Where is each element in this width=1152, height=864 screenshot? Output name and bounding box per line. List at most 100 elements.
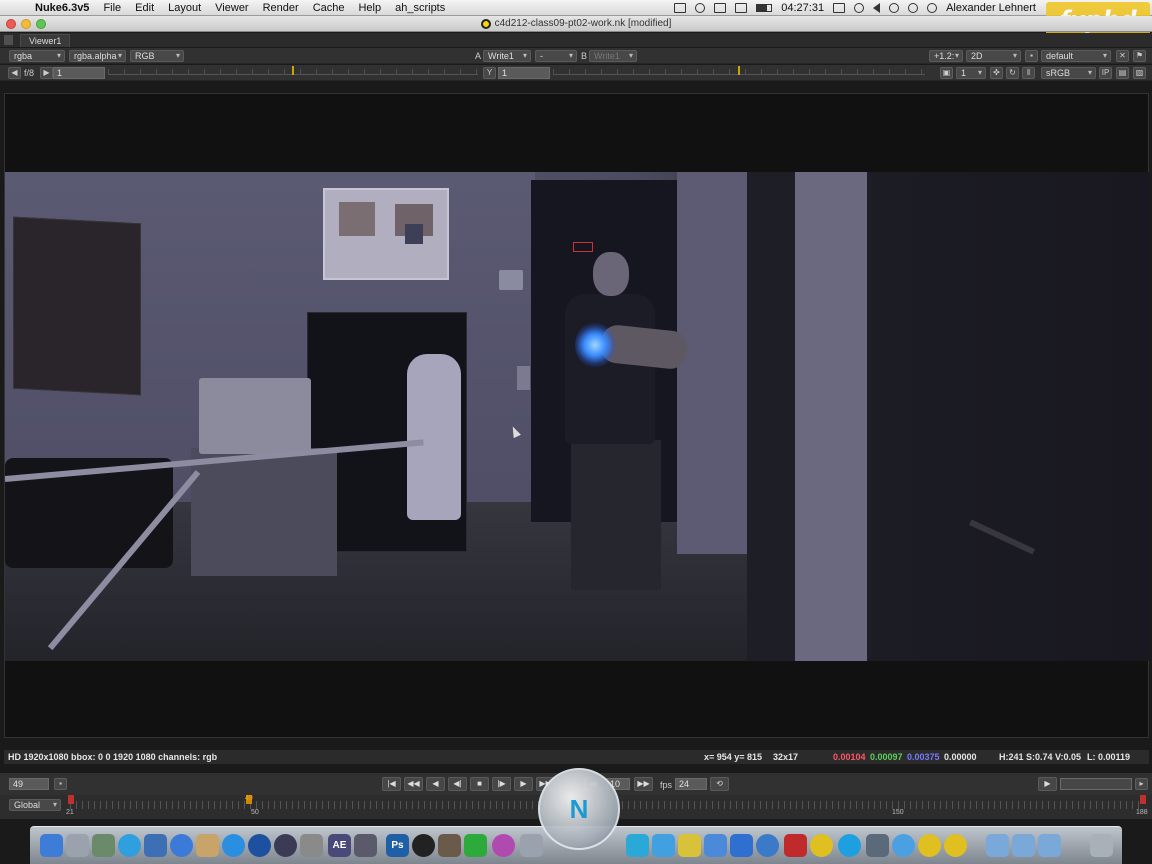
green-app-icon[interactable] bbox=[464, 834, 487, 857]
itunes-eq-icon[interactable] bbox=[492, 834, 515, 857]
time-machine-icon[interactable] bbox=[889, 3, 900, 13]
iphoto-icon[interactable] bbox=[438, 834, 461, 857]
lock-icon[interactable]: ▪ bbox=[1025, 50, 1038, 62]
chrome-icon[interactable] bbox=[222, 834, 245, 857]
instruments-icon[interactable] bbox=[300, 834, 323, 857]
b-input-dropdown[interactable]: Write1 bbox=[589, 50, 637, 62]
airplay-icon[interactable] bbox=[674, 3, 687, 13]
viewer-canvas[interactable] bbox=[4, 93, 1150, 738]
zoom-window-button[interactable] bbox=[36, 19, 46, 29]
after-effects-icon[interactable]: AE bbox=[328, 834, 351, 857]
sync-icon[interactable] bbox=[695, 3, 706, 13]
gamma-slider-knob[interactable] bbox=[738, 66, 740, 75]
pane-menu-handle[interactable] bbox=[4, 35, 13, 45]
duck-icon[interactable] bbox=[678, 834, 701, 857]
first-frame-button[interactable]: |◀ bbox=[382, 777, 401, 791]
close-window-button[interactable] bbox=[6, 19, 16, 29]
dvd-icon[interactable] bbox=[412, 834, 435, 857]
gain-slider-knob[interactable] bbox=[292, 66, 294, 75]
viewer-image[interactable] bbox=[5, 172, 1150, 661]
zoom-dropdown[interactable]: +1.2: bbox=[929, 50, 963, 62]
finder-icon[interactable] bbox=[40, 834, 63, 857]
contacts-icon[interactable] bbox=[170, 834, 193, 857]
app-store-icon[interactable] bbox=[118, 834, 141, 857]
downrez-dropdown[interactable]: 1 bbox=[956, 67, 986, 79]
skip-forward-button[interactable]: ▶▶ bbox=[634, 777, 653, 791]
play-backward-button[interactable]: ◀| bbox=[448, 777, 467, 791]
dropbox-icon[interactable] bbox=[714, 3, 727, 13]
radioactive2-icon[interactable] bbox=[918, 834, 941, 857]
menu-render[interactable]: Render bbox=[256, 2, 306, 14]
trash-icon[interactable] bbox=[1090, 834, 1113, 857]
a-input-dropdown[interactable]: Write1 bbox=[483, 50, 531, 62]
network-icon[interactable] bbox=[704, 834, 727, 857]
flipbook-icon[interactable]: ▶ bbox=[1038, 777, 1057, 791]
alpha-channel-dropdown[interactable]: rgba.alpha bbox=[69, 50, 126, 62]
pause-icon[interactable]: ‖ bbox=[1022, 67, 1035, 79]
menubar-user[interactable]: Alexander Lehnert bbox=[946, 2, 1036, 14]
wifi-icon[interactable] bbox=[908, 3, 919, 13]
display-icon[interactable] bbox=[735, 3, 748, 13]
preview-icon[interactable] bbox=[92, 834, 115, 857]
video-icon[interactable] bbox=[866, 834, 889, 857]
radioactive-icon[interactable] bbox=[810, 834, 833, 857]
final-cut-icon[interactable] bbox=[354, 834, 377, 857]
refresh-viewer-icon[interactable]: ↻ bbox=[1006, 67, 1019, 79]
clock-icon[interactable] bbox=[927, 3, 938, 13]
in-point-marker[interactable] bbox=[68, 795, 74, 804]
lock-frame-icon[interactable]: ▪ bbox=[54, 778, 67, 790]
rocket-icon[interactable] bbox=[66, 834, 89, 857]
menu-viewer[interactable]: Viewer bbox=[208, 2, 255, 14]
folder3-icon[interactable] bbox=[1038, 834, 1061, 857]
pin-icon[interactable]: ⚑ bbox=[1133, 50, 1146, 62]
gain-slider[interactable] bbox=[108, 66, 478, 75]
prev-frame-button[interactable]: ◀ bbox=[426, 777, 445, 791]
next-proxy-icon[interactable]: ▶ bbox=[40, 67, 53, 79]
gamma-slider[interactable] bbox=[553, 66, 925, 75]
minimize-window-button[interactable] bbox=[21, 19, 31, 29]
acrobat-icon[interactable] bbox=[784, 834, 807, 857]
next-frame-button[interactable]: ▶ bbox=[514, 777, 533, 791]
safari-icon[interactable] bbox=[144, 834, 167, 857]
messages-icon[interactable] bbox=[892, 834, 915, 857]
range-mode-dropdown[interactable]: Global bbox=[9, 799, 61, 811]
cyberduck-icon[interactable] bbox=[652, 834, 675, 857]
playback-range-field[interactable] bbox=[1060, 778, 1132, 790]
folder-icon[interactable] bbox=[986, 834, 1009, 857]
folder2-icon[interactable] bbox=[1012, 834, 1035, 857]
screen-icon[interactable] bbox=[833, 3, 846, 13]
volume-icon[interactable] bbox=[873, 3, 881, 13]
search-app-icon[interactable] bbox=[756, 834, 779, 857]
skype-icon[interactable] bbox=[838, 834, 861, 857]
script-editor-icon[interactable] bbox=[274, 834, 297, 857]
twitter-icon[interactable] bbox=[626, 834, 649, 857]
wipe-icon[interactable]: ▨ bbox=[1133, 67, 1146, 79]
proxy-fstop[interactable]: f/8 bbox=[24, 68, 34, 78]
menu-app-name[interactable]: Nuke6.3v5 bbox=[28, 2, 96, 14]
menu-ah-scripts[interactable]: ah_scripts bbox=[388, 2, 452, 14]
lut-dropdown[interactable]: default bbox=[1041, 50, 1111, 62]
menu-file[interactable]: File bbox=[96, 2, 128, 14]
compare-mode-dropdown[interactable]: - bbox=[535, 50, 577, 62]
prev-keyframe-button[interactable]: ◀◀ bbox=[404, 777, 423, 791]
ip-button[interactable]: IP bbox=[1099, 67, 1112, 79]
calendar-icon[interactable] bbox=[520, 834, 543, 857]
loop-mode-icon[interactable]: ⟲ bbox=[710, 777, 729, 791]
quicktime-icon[interactable] bbox=[730, 834, 753, 857]
roi-icon[interactable]: ✜ bbox=[990, 67, 1003, 79]
sample-region-box[interactable] bbox=[573, 242, 593, 252]
fps-field[interactable]: 24 bbox=[675, 778, 707, 790]
gain-field[interactable]: 1 bbox=[53, 67, 105, 79]
clip-warning-icon[interactable]: ▤ bbox=[1116, 67, 1129, 79]
menu-edit[interactable]: Edit bbox=[128, 2, 161, 14]
gamma-field[interactable]: 1 bbox=[498, 67, 550, 79]
menubar-clock[interactable]: 04:27:31 bbox=[781, 2, 824, 14]
display-channel-dropdown[interactable]: RGB bbox=[130, 50, 184, 62]
current-frame-field[interactable]: 49 bbox=[9, 778, 49, 790]
nuke-logo-icon[interactable]: N bbox=[538, 768, 620, 850]
radioactive3-icon[interactable] bbox=[944, 834, 967, 857]
itunes-icon[interactable] bbox=[196, 834, 219, 857]
battery-icon[interactable] bbox=[756, 4, 773, 12]
tab-viewer1[interactable]: Viewer1 bbox=[20, 34, 71, 47]
channels-dropdown[interactable]: rgba bbox=[9, 50, 65, 62]
